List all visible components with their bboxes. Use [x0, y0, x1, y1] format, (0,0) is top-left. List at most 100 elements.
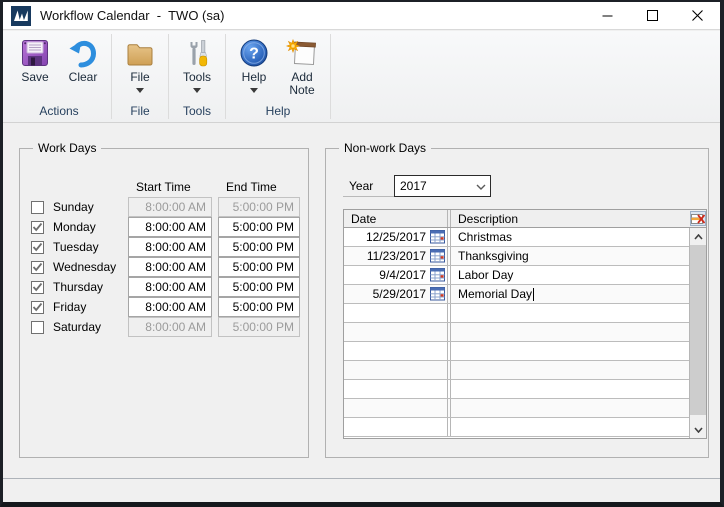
table-row[interactable]	[344, 380, 706, 399]
table-row[interactable]	[344, 418, 706, 437]
non-work-days-legend: Non-work Days	[339, 141, 431, 155]
work-days-legend: Work Days	[33, 141, 101, 155]
table-row[interactable]	[344, 304, 706, 323]
end-time-field[interactable]: 5:00:00 PM	[218, 257, 300, 277]
start-time-field: 8:00:00 AM	[128, 197, 212, 217]
date-cell[interactable]	[344, 418, 448, 436]
table-row[interactable]: 12/25/2017Christmas	[344, 228, 706, 247]
work-day-row: Tuesday8:00:00 AM 5:00:00 PM	[31, 237, 300, 257]
description-column-header[interactable]: Description	[450, 210, 689, 227]
table-row[interactable]: 5/29/2017Memorial Day	[344, 285, 706, 304]
date-cell[interactable]	[344, 342, 448, 360]
group-label-tools: Tools	[175, 102, 219, 122]
description-cell[interactable]: Labor Day	[450, 266, 689, 284]
date-cell[interactable]: 12/25/2017	[344, 228, 448, 246]
description-cell[interactable]	[450, 304, 689, 322]
svg-text:?: ?	[249, 46, 259, 63]
window-controls	[585, 2, 720, 29]
help-menu-button[interactable]: ? Help	[232, 31, 276, 93]
folder-icon	[124, 37, 156, 69]
date-cell[interactable]	[344, 361, 448, 379]
description-cell[interactable]: Thanksgiving	[450, 247, 689, 265]
end-time-field[interactable]: 5:00:00 PM	[218, 277, 300, 297]
calendar-icon	[430, 249, 445, 263]
vertical-scrollbar[interactable]	[689, 228, 706, 438]
work-day-row: Sunday8:00:00 AM5:00:00 PM	[31, 197, 300, 217]
day-checkbox-sunday[interactable]: Sunday	[31, 200, 128, 214]
chevron-up-icon	[694, 234, 703, 240]
day-label: Friday	[53, 300, 86, 314]
minimize-icon	[602, 10, 613, 21]
delete-row-icon	[691, 213, 705, 225]
year-dropdown[interactable]: 2017	[394, 175, 491, 197]
scroll-up-button[interactable]	[690, 228, 706, 245]
description-cell[interactable]: Memorial Day	[450, 285, 689, 303]
table-row[interactable]	[344, 323, 706, 342]
end-time-field[interactable]: 5:00:00 PM	[218, 297, 300, 317]
date-cell[interactable]: 11/23/2017	[344, 247, 448, 265]
floppy-disk-icon	[20, 37, 50, 69]
table-row[interactable]: 11/23/2017Thanksgiving	[344, 247, 706, 266]
table-row[interactable]	[344, 342, 706, 361]
day-checkbox-friday[interactable]: Friday	[31, 300, 128, 314]
file-menu-button[interactable]: File	[118, 31, 162, 93]
scroll-down-button[interactable]	[690, 421, 706, 438]
date-cell[interactable]: 5/29/2017	[344, 285, 448, 303]
day-checkbox-monday[interactable]: Monday	[31, 220, 128, 234]
end-time-field[interactable]: 5:00:00 PM	[218, 217, 300, 237]
close-button[interactable]	[675, 2, 720, 29]
save-button[interactable]: Save	[13, 31, 57, 84]
table-row[interactable]	[344, 361, 706, 380]
table-row[interactable]: 9/4/2017Labor Day	[344, 266, 706, 285]
description-cell[interactable]: Christmas	[450, 228, 689, 246]
calendar-icon	[430, 268, 445, 282]
checkbox-icon[interactable]	[31, 261, 44, 274]
work-days-rows: Sunday8:00:00 AM5:00:00 PMMonday8:00:00 …	[31, 197, 300, 337]
add-note-button[interactable]: Add Note	[280, 31, 324, 97]
day-checkbox-wednesday[interactable]: Wednesday	[31, 260, 128, 274]
ribbon-toolbar: Save Clear Actions	[3, 31, 720, 123]
end-time-field: 5:00:00 PM	[218, 317, 300, 337]
day-checkbox-saturday[interactable]: Saturday	[31, 320, 128, 334]
start-time-header: Start Time	[136, 180, 191, 194]
dynamics-gp-logo-icon	[11, 6, 31, 26]
clear-button[interactable]: Clear	[61, 31, 105, 84]
checkbox-icon[interactable]	[31, 221, 44, 234]
start-time-field[interactable]: 8:00:00 AM	[128, 237, 212, 257]
description-cell[interactable]	[450, 399, 689, 417]
window-title: Workflow Calendar - TWO (sa)	[40, 8, 224, 23]
date-column-header[interactable]: Date	[344, 210, 448, 227]
checkbox-icon[interactable]	[31, 301, 44, 314]
start-time-field[interactable]: 8:00:00 AM	[128, 217, 212, 237]
date-cell[interactable]: 9/4/2017	[344, 266, 448, 284]
day-checkbox-tuesday[interactable]: Tuesday	[31, 240, 128, 254]
maximize-button[interactable]	[630, 2, 675, 29]
end-time-field[interactable]: 5:00:00 PM	[218, 237, 300, 257]
day-checkbox-thursday[interactable]: Thursday	[31, 280, 128, 294]
delete-row-button[interactable]	[690, 211, 706, 226]
checkbox-icon[interactable]	[31, 241, 44, 254]
start-time-field[interactable]: 8:00:00 AM	[128, 257, 212, 277]
description-cell[interactable]	[450, 323, 689, 341]
date-cell[interactable]	[344, 323, 448, 341]
description-cell[interactable]	[450, 361, 689, 379]
scrollbar-thumb[interactable]	[690, 245, 706, 415]
checkbox-icon[interactable]	[31, 201, 44, 214]
start-time-field[interactable]: 8:00:00 AM	[128, 297, 212, 317]
tools-menu-button[interactable]: Tools	[175, 31, 219, 93]
description-cell[interactable]	[450, 418, 689, 436]
checkbox-icon[interactable]	[31, 281, 44, 294]
undo-arrow-icon	[68, 37, 98, 69]
titlebar[interactable]: Workflow Calendar - TWO (sa)	[3, 2, 720, 30]
description-cell[interactable]	[450, 380, 689, 398]
date-cell[interactable]	[344, 399, 448, 417]
minimize-button[interactable]	[585, 2, 630, 29]
description-cell[interactable]	[450, 342, 689, 360]
close-icon	[692, 10, 703, 21]
table-row[interactable]	[344, 399, 706, 418]
checkbox-icon[interactable]	[31, 321, 44, 334]
start-time-field[interactable]: 8:00:00 AM	[128, 277, 212, 297]
date-cell[interactable]	[344, 380, 448, 398]
date-cell[interactable]	[344, 304, 448, 322]
dropdown-caret-icon	[193, 86, 201, 93]
